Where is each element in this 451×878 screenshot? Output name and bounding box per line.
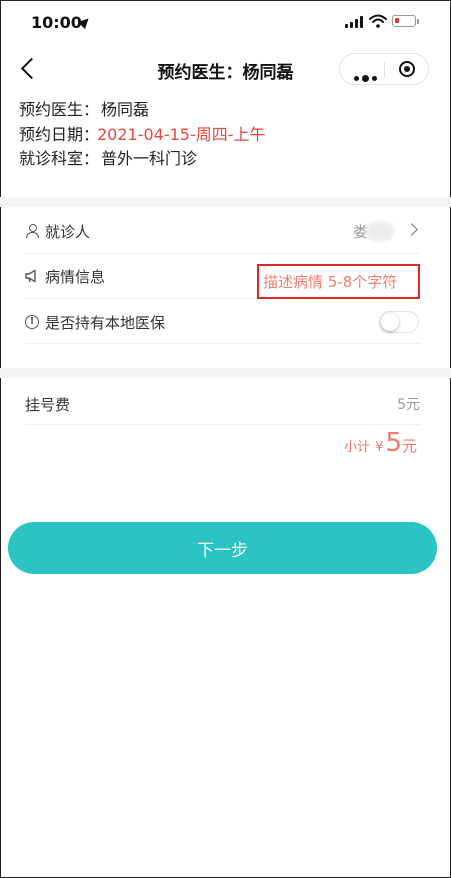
department-value: 普外一科门诊	[101, 149, 198, 168]
capsule-divider	[384, 62, 385, 78]
insurance-label: 是否持有本地医保	[45, 314, 166, 332]
doctor-value: 杨同磊	[101, 100, 150, 119]
subtotal-currency: ¥	[375, 440, 384, 455]
condition-input-box	[257, 264, 420, 299]
date-label: 预约日期：	[19, 125, 100, 144]
miniprogram-capsule	[339, 53, 429, 85]
insurance-cell: ! 是否持有本地医保	[25, 299, 420, 344]
insurance-toggle[interactable]	[379, 311, 419, 333]
patient-label: 就诊人	[45, 223, 91, 241]
department-row: 就诊科室： 普外一科门诊	[19, 145, 197, 169]
patient-cell[interactable]: 就诊人 娄	[25, 209, 420, 254]
chevron-right-icon	[405, 223, 418, 236]
battery-tip	[417, 19, 419, 24]
date-row: 预约日期：2021-04-15-周四-上午	[19, 121, 266, 145]
section-divider-2	[0, 368, 451, 378]
status-time: 10:00	[31, 13, 82, 32]
battery-icon	[392, 15, 416, 27]
cellular-signal-icon	[345, 16, 363, 28]
condition-input[interactable]	[259, 266, 418, 297]
doctor-row: 预约医生： 杨同磊	[19, 96, 149, 120]
subtotal-unit: 元	[401, 437, 417, 455]
condition-label: 病情信息	[45, 268, 106, 286]
next-step-button[interactable]: 下一步	[8, 522, 437, 574]
toggle-knob	[381, 313, 399, 331]
subtotal-amount: 5	[385, 428, 402, 458]
fee-value: 5元	[397, 397, 420, 413]
person-icon	[25, 224, 39, 238]
registration-fee-row: 挂号费 5元	[25, 380, 420, 425]
subtotal: 小计 ¥5元	[344, 428, 417, 458]
close-target-icon[interactable]	[399, 61, 415, 77]
department-label: 就诊科室：	[19, 149, 100, 168]
section-divider	[0, 197, 451, 207]
date-value: 2021-04-15-周四-上午	[97, 125, 266, 144]
status-bar: 10:00	[0, 0, 451, 46]
wifi-icon	[369, 14, 387, 28]
doctor-label: 预约医生：	[19, 100, 100, 119]
fee-label: 挂号费	[25, 396, 71, 414]
exclamation-circle-icon: !	[25, 315, 39, 329]
more-icon[interactable]	[354, 68, 380, 87]
nav-bar: 预约医生：杨同磊	[0, 46, 451, 94]
megaphone-icon	[25, 269, 36, 283]
redacted-name	[366, 221, 394, 241]
subtotal-label: 小计	[344, 440, 371, 455]
